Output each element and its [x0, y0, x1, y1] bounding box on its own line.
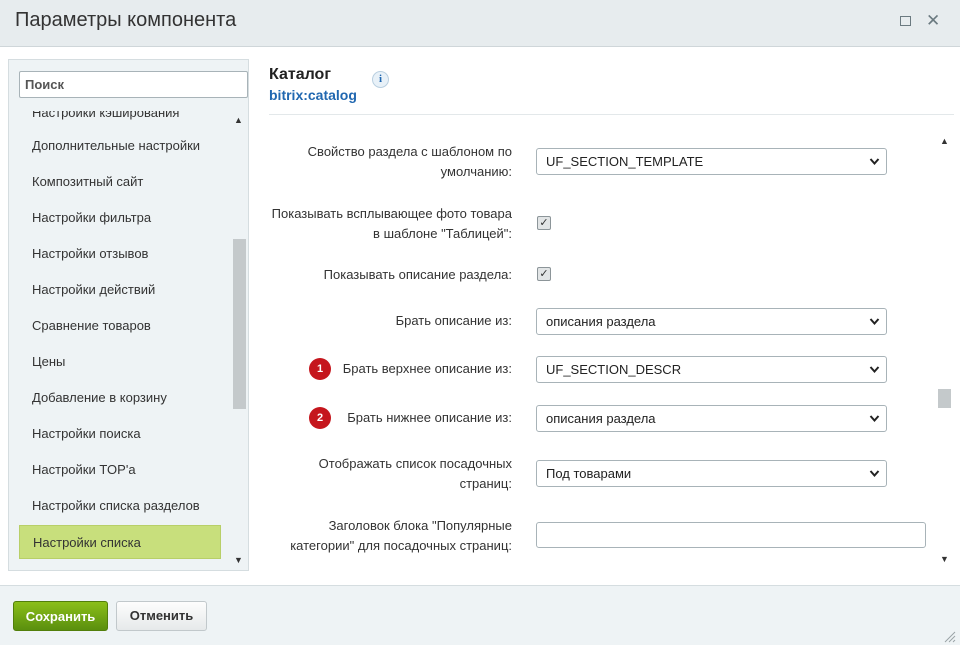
select-field[interactable]: описания раздела [536, 405, 887, 432]
field-label: Брать описание из: [395, 313, 512, 328]
select-value: UF_SECTION_DESCR [546, 362, 682, 377]
footer: Сохранить Отменить [0, 585, 960, 645]
step-badge: 1 [309, 358, 331, 380]
sidebar-item[interactable]: Настройки кэширования [19, 111, 221, 130]
sidebar-item[interactable]: Настройки поиска [19, 417, 221, 451]
scroll-down-icon[interactable]: ▼ [940, 554, 949, 564]
scroll-up-icon[interactable]: ▲ [234, 115, 243, 125]
resize-grip-icon[interactable] [944, 631, 956, 643]
component-heading: Каталог bitrix:catalog [269, 66, 357, 103]
field-label: Показывать всплывающее фото товара в шаб… [271, 206, 512, 241]
checkbox[interactable]: ✓ [537, 267, 551, 281]
chevron-down-icon [869, 406, 880, 441]
chevron-down-icon [869, 149, 880, 184]
field-label: Показывать описание раздела: [323, 267, 512, 282]
sidebar-item[interactable]: Настройки отзывов [19, 237, 221, 271]
field-label: Брать верхнее описание из: [342, 361, 512, 376]
title-bar: Параметры компонента ✕ [0, 0, 960, 47]
form-scrollbar[interactable]: ▲ ▼ [936, 132, 952, 568]
select-field[interactable]: UF_SECTION_TEMPLATE [536, 148, 887, 175]
component-title: Каталог [269, 66, 331, 83]
checkbox[interactable]: ✓ [537, 216, 551, 230]
step-badge: 2 [309, 407, 331, 429]
sidebar-item[interactable]: Настройки списка разделов [19, 489, 221, 523]
close-icon[interactable]: ✕ [926, 12, 940, 30]
divider [269, 114, 954, 115]
sidebar-item[interactable]: Композитный сайт [19, 165, 221, 199]
sections-scrollbar[interactable]: ▲ ▼ [232, 111, 246, 570]
scroll-down-icon[interactable]: ▼ [234, 555, 243, 565]
sidebar-item[interactable]: Настройки TOP'а [19, 453, 221, 487]
field-label: Отображать список посадочных страниц: [318, 456, 512, 491]
field-label: Брать нижнее описание из: [347, 410, 512, 425]
select-field[interactable]: описания раздела [536, 308, 887, 335]
cancel-button[interactable]: Отменить [116, 601, 207, 631]
select-field[interactable]: UF_SECTION_DESCR [536, 356, 887, 383]
sidebar-item[interactable]: Настройки [19, 561, 221, 570]
sidebar-item[interactable]: Настройки списка [19, 525, 221, 559]
scrollbar-thumb[interactable] [938, 389, 951, 408]
sidebar-item[interactable]: Настройки действий [19, 273, 221, 307]
chevron-down-icon [869, 461, 880, 496]
window-title: Параметры компонента [15, 9, 237, 31]
component-code: bitrix:catalog [269, 87, 357, 103]
field-label: Свойство раздела с шаблоном по умолчанию… [307, 144, 512, 179]
sidebar-item[interactable]: Сравнение товаров [19, 309, 221, 343]
sidebar-item[interactable]: Дополнительные настройки [19, 129, 221, 163]
search-input[interactable] [19, 71, 248, 98]
settings-form: Свойство раздела с шаблоном по умолчанию… [269, 132, 935, 568]
info-icon[interactable]: i [372, 71, 389, 88]
chevron-down-icon [869, 309, 880, 344]
select-value: UF_SECTION_TEMPLATE [546, 154, 704, 169]
sidebar-item[interactable]: Добавление в корзину [19, 381, 221, 415]
select-field[interactable]: Под товарами [536, 460, 887, 487]
save-button[interactable]: Сохранить [13, 601, 108, 631]
text-input[interactable] [536, 522, 926, 548]
maximize-icon[interactable] [900, 16, 911, 26]
chevron-down-icon [869, 357, 880, 392]
field-label: Заголовок блока "Популярные категории" д… [290, 518, 512, 553]
select-value: описания раздела [546, 314, 656, 329]
select-value: Под товарами [546, 466, 632, 481]
sections-list: Настройки кэширования Дополнительные наст… [9, 111, 231, 570]
sidebar-item[interactable]: Настройки фильтра [19, 201, 221, 235]
scroll-up-icon[interactable]: ▲ [940, 136, 949, 146]
scrollbar-thumb[interactable] [233, 239, 246, 409]
sections-panel: Настройки кэшированияДополнительные наст… [8, 59, 249, 571]
sidebar-item[interactable]: Цены [19, 345, 221, 379]
select-value: описания раздела [546, 411, 656, 426]
